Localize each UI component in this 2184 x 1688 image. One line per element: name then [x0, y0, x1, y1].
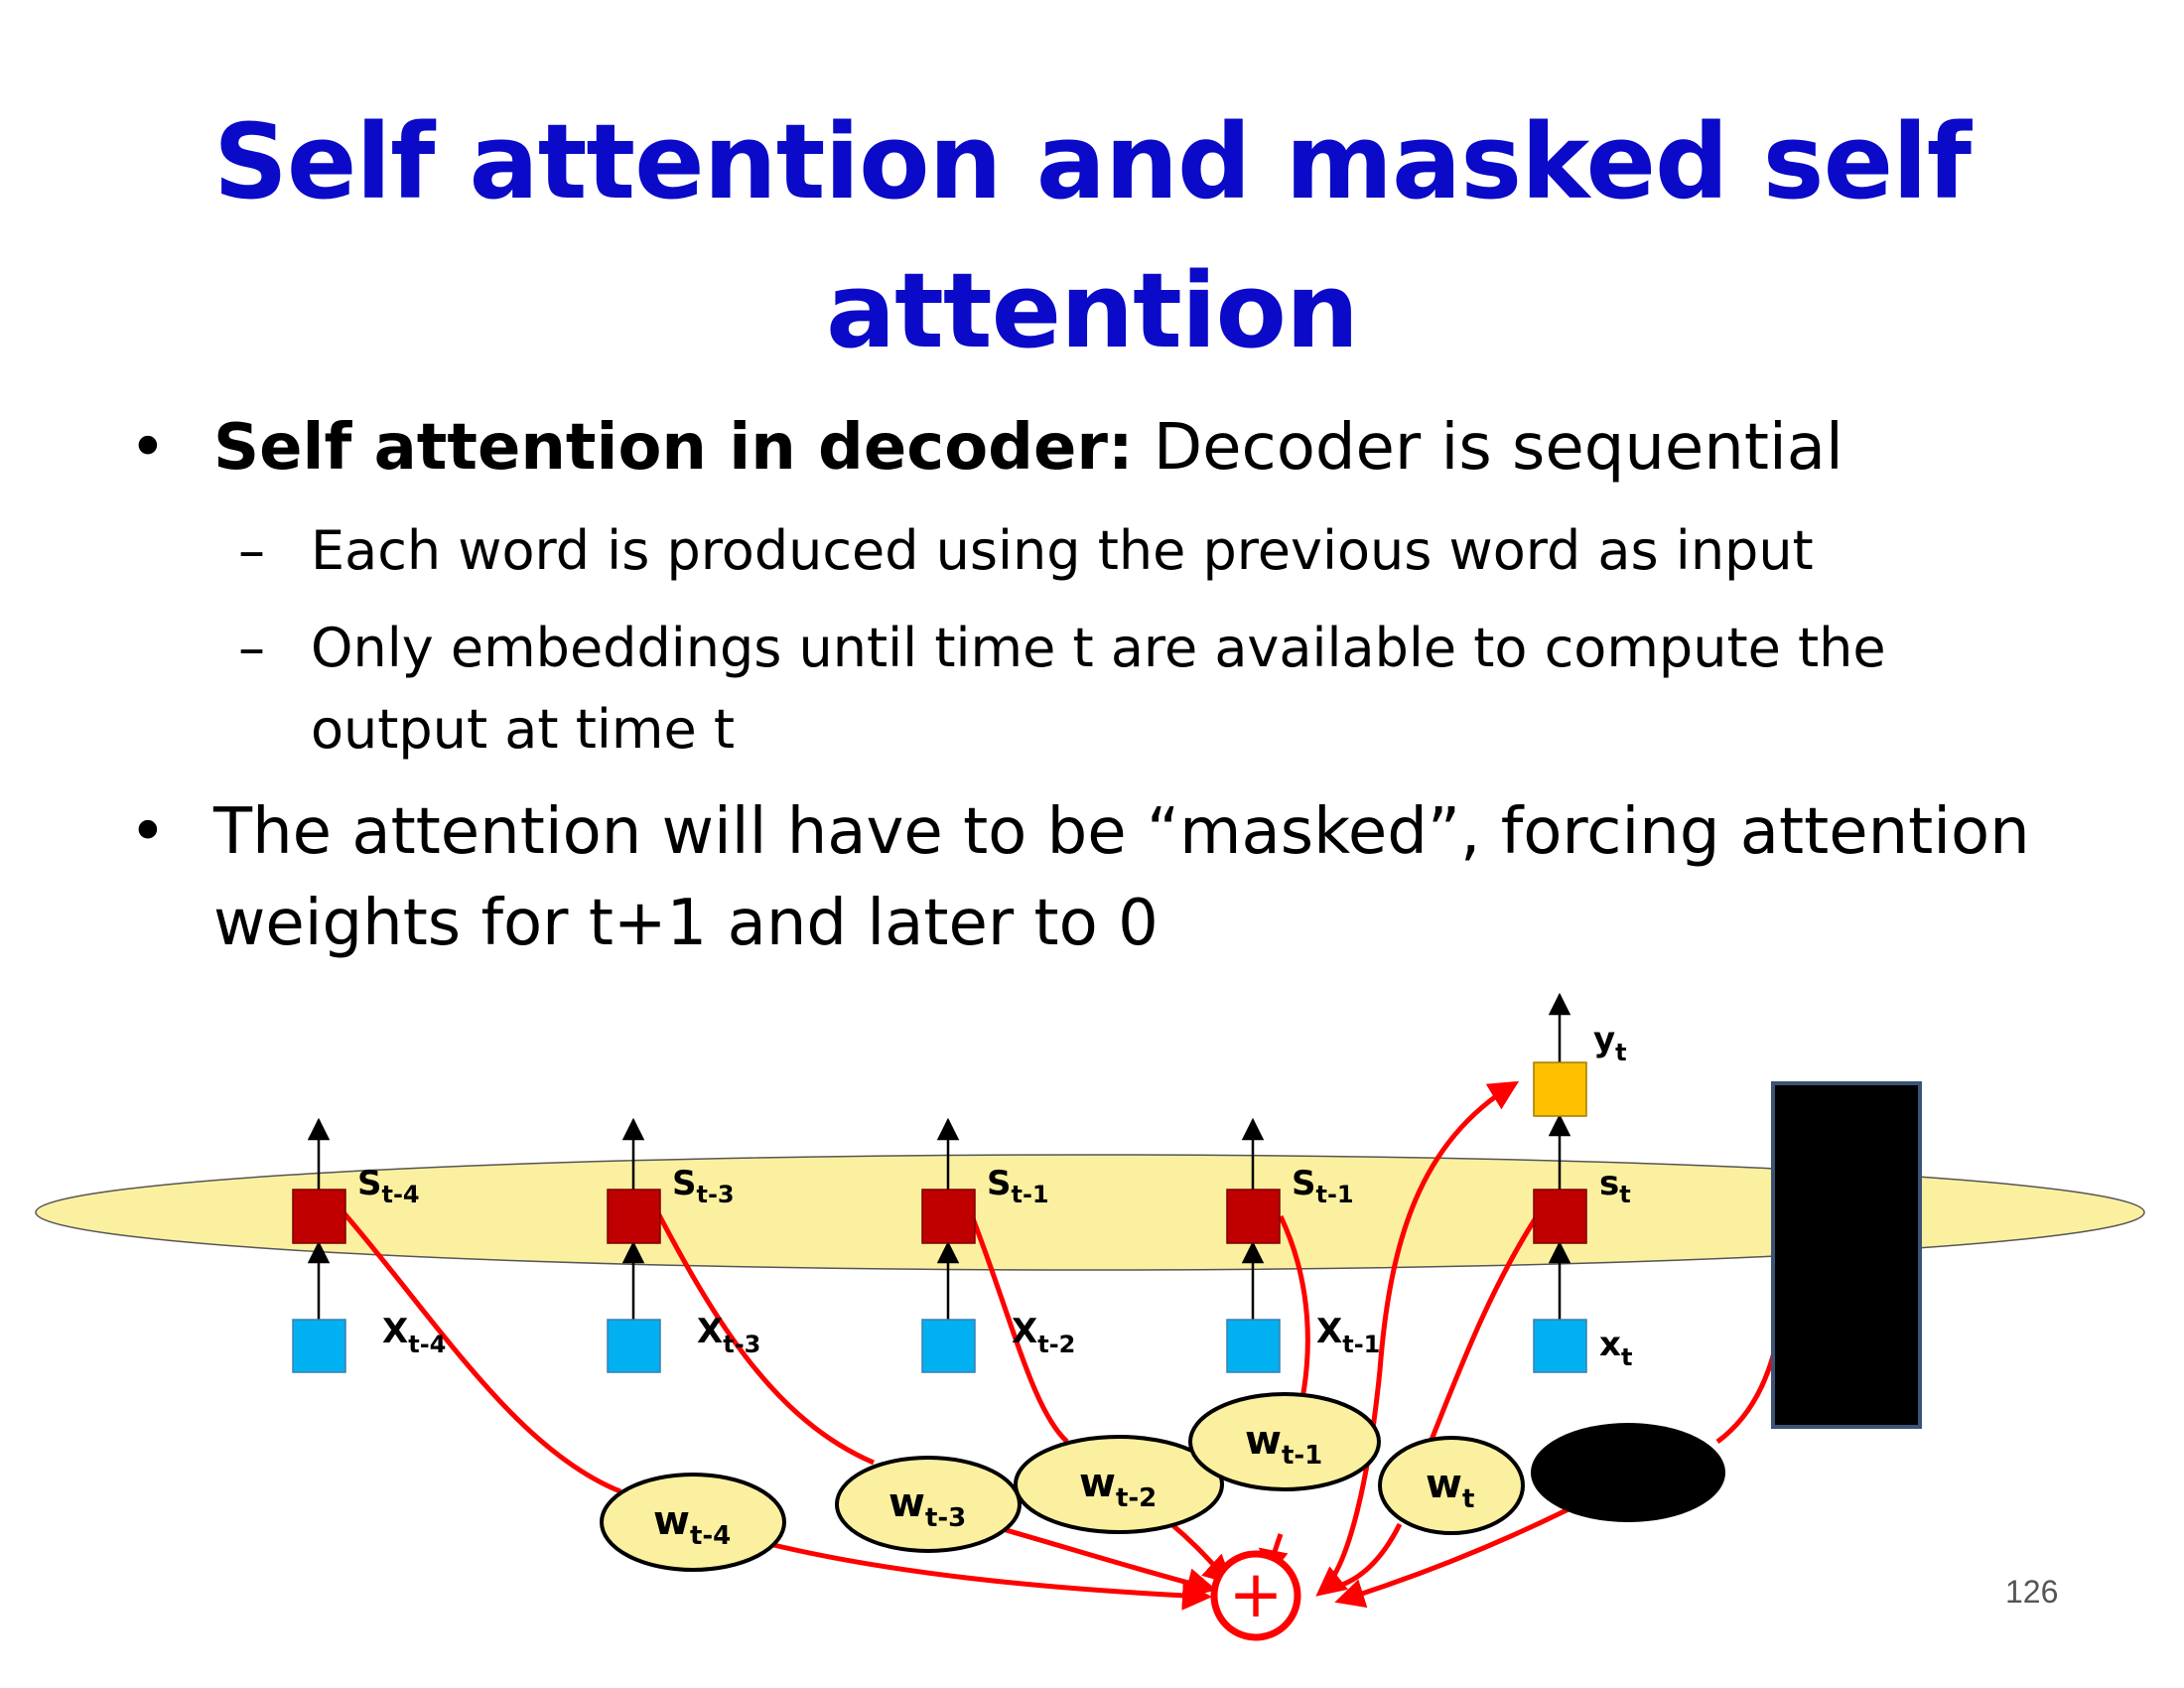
input-box [607, 1319, 661, 1373]
input-label: Xt-2 [1012, 1312, 1075, 1358]
input-box [1533, 1319, 1587, 1373]
state-box [292, 1189, 346, 1244]
state-box [921, 1189, 976, 1244]
sum-symbol: + [1228, 1556, 1283, 1632]
state-box [1226, 1189, 1281, 1244]
state-box [1533, 1189, 1587, 1244]
input-label: Xt-4 [382, 1312, 446, 1358]
input-box [1226, 1319, 1281, 1373]
masked-future-block [1771, 1081, 1922, 1429]
state-box [607, 1189, 661, 1244]
input-box [921, 1319, 976, 1373]
output-label: yt [1593, 1020, 1627, 1066]
weight-nodes: wt-4 wt-3 wt-2 wt-1 wt [600, 1392, 1525, 1572]
masked-weight-node [1531, 1423, 1725, 1522]
masked-attention-diagram: St-4 St-3 St-1 St-1 st Xt-4 Xt-3 Xt-2 Xt… [35, 992, 2145, 1641]
input-boxes [292, 1319, 1587, 1373]
input-label: Xt-3 [697, 1312, 760, 1358]
output-box [1533, 1061, 1587, 1117]
input-box [292, 1319, 346, 1373]
sum-node: + [1210, 1550, 1301, 1641]
input-label: xt [1599, 1325, 1632, 1371]
input-label: Xt-1 [1316, 1312, 1380, 1358]
page-number: 126 [2005, 1574, 2059, 1610]
